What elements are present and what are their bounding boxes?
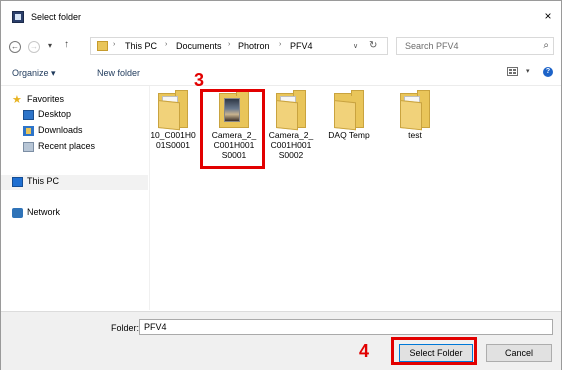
folder-icon <box>400 90 430 131</box>
close-icon[interactable]: × <box>541 9 555 23</box>
address-row: ← → ▾ ↑ › This PC › Documents › Photron … <box>1 32 561 60</box>
callout-number-3: 3 <box>194 70 205 90</box>
view-dropdown-icon[interactable]: ▾ <box>526 67 530 75</box>
breadcrumb-this-pc[interactable]: This PC <box>125 41 157 51</box>
up-arrow-icon[interactable]: ↑ <box>64 39 69 50</box>
sidebar-item-label: Recent places <box>38 141 96 151</box>
search-box[interactable]: Search PFV4 ⌕ <box>396 37 554 55</box>
sidebar-item-label: Desktop <box>38 109 72 119</box>
window-title: Select folder <box>31 12 82 22</box>
app-icon <box>12 11 24 23</box>
folder-item[interactable]: Camera_2_C001H001S0002 <box>268 90 314 160</box>
breadcrumb-photron[interactable]: Photron <box>238 41 270 51</box>
organize-menu[interactable]: Organize ▾ <box>12 68 56 79</box>
new-folder-button[interactable]: New folder <box>97 68 140 78</box>
search-icon[interactable]: ⌕ <box>543 40 549 51</box>
folder-name: DAQ Temp <box>328 130 370 140</box>
folder-icon <box>276 90 306 131</box>
folder-name: 10_C001H001S0001 <box>150 130 196 150</box>
downloads-icon <box>23 126 34 136</box>
callout-highlight-3 <box>200 89 265 169</box>
folder-icon <box>158 90 188 131</box>
sidebar-item-label: Downloads <box>38 125 83 135</box>
star-icon: ★ <box>12 94 22 106</box>
command-bar: Organize ▾ New folder ▾ ? <box>1 61 561 86</box>
back-button[interactable]: ← <box>9 41 21 53</box>
view-options-icon[interactable] <box>507 67 518 76</box>
folder-item[interactable]: 10_C001H001S0001 <box>150 90 196 150</box>
select-folder-dialog: Select folder × ← → ▾ ↑ › This PC › Docu… <box>0 0 562 370</box>
recent-locations-dropdown-icon[interactable]: ▾ <box>48 41 52 50</box>
callout-highlight-4 <box>391 337 477 365</box>
sidebar-item-label: Network <box>27 207 61 217</box>
dialog-footer: Folder: PFV4 Select Folder Cancel <box>1 311 561 370</box>
navigation-pane: ★ Favorites Desktop Downloads Recent pla… <box>1 86 150 310</box>
title-bar: Select folder × <box>1 1 561 31</box>
address-bar[interactable]: › This PC › Documents › Photron › PFV4 ∨… <box>90 37 388 55</box>
search-placeholder: Search PFV4 <box>405 41 459 51</box>
folder-item[interactable]: DAQ Temp <box>324 90 374 140</box>
breadcrumb-documents[interactable]: Documents <box>176 41 222 51</box>
folder-name: test <box>408 130 422 140</box>
sidebar-item-label: This PC <box>27 176 60 186</box>
folder-field[interactable]: PFV4 <box>139 319 553 335</box>
folder-name: Camera_2_C001H001S0002 <box>268 130 314 160</box>
help-icon[interactable]: ? <box>543 67 553 77</box>
breadcrumb-separator: › <box>113 41 116 48</box>
folder-field-label: Folder: <box>111 323 140 333</box>
sidebar-selection-highlight <box>1 175 148 190</box>
sidebar-item-label: Favorites <box>27 94 65 104</box>
folder-icon <box>334 90 364 131</box>
cancel-button[interactable]: Cancel <box>486 344 552 362</box>
refresh-icon[interactable]: ↻ <box>369 40 377 51</box>
forward-button[interactable]: → <box>28 41 40 53</box>
breadcrumb-separator: › <box>279 41 282 48</box>
recent-places-icon <box>23 142 34 152</box>
computer-icon <box>12 177 23 187</box>
callout-number-4: 4 <box>359 341 370 361</box>
breadcrumb-separator: › <box>165 41 168 48</box>
folder-icon <box>97 41 108 51</box>
folder-item[interactable]: test <box>392 90 438 140</box>
address-dropdown-icon[interactable]: ∨ <box>353 42 358 50</box>
network-icon <box>12 208 23 218</box>
breadcrumb-pfv4[interactable]: PFV4 <box>290 41 313 51</box>
breadcrumb-separator: › <box>228 41 231 48</box>
desktop-icon <box>23 110 34 120</box>
